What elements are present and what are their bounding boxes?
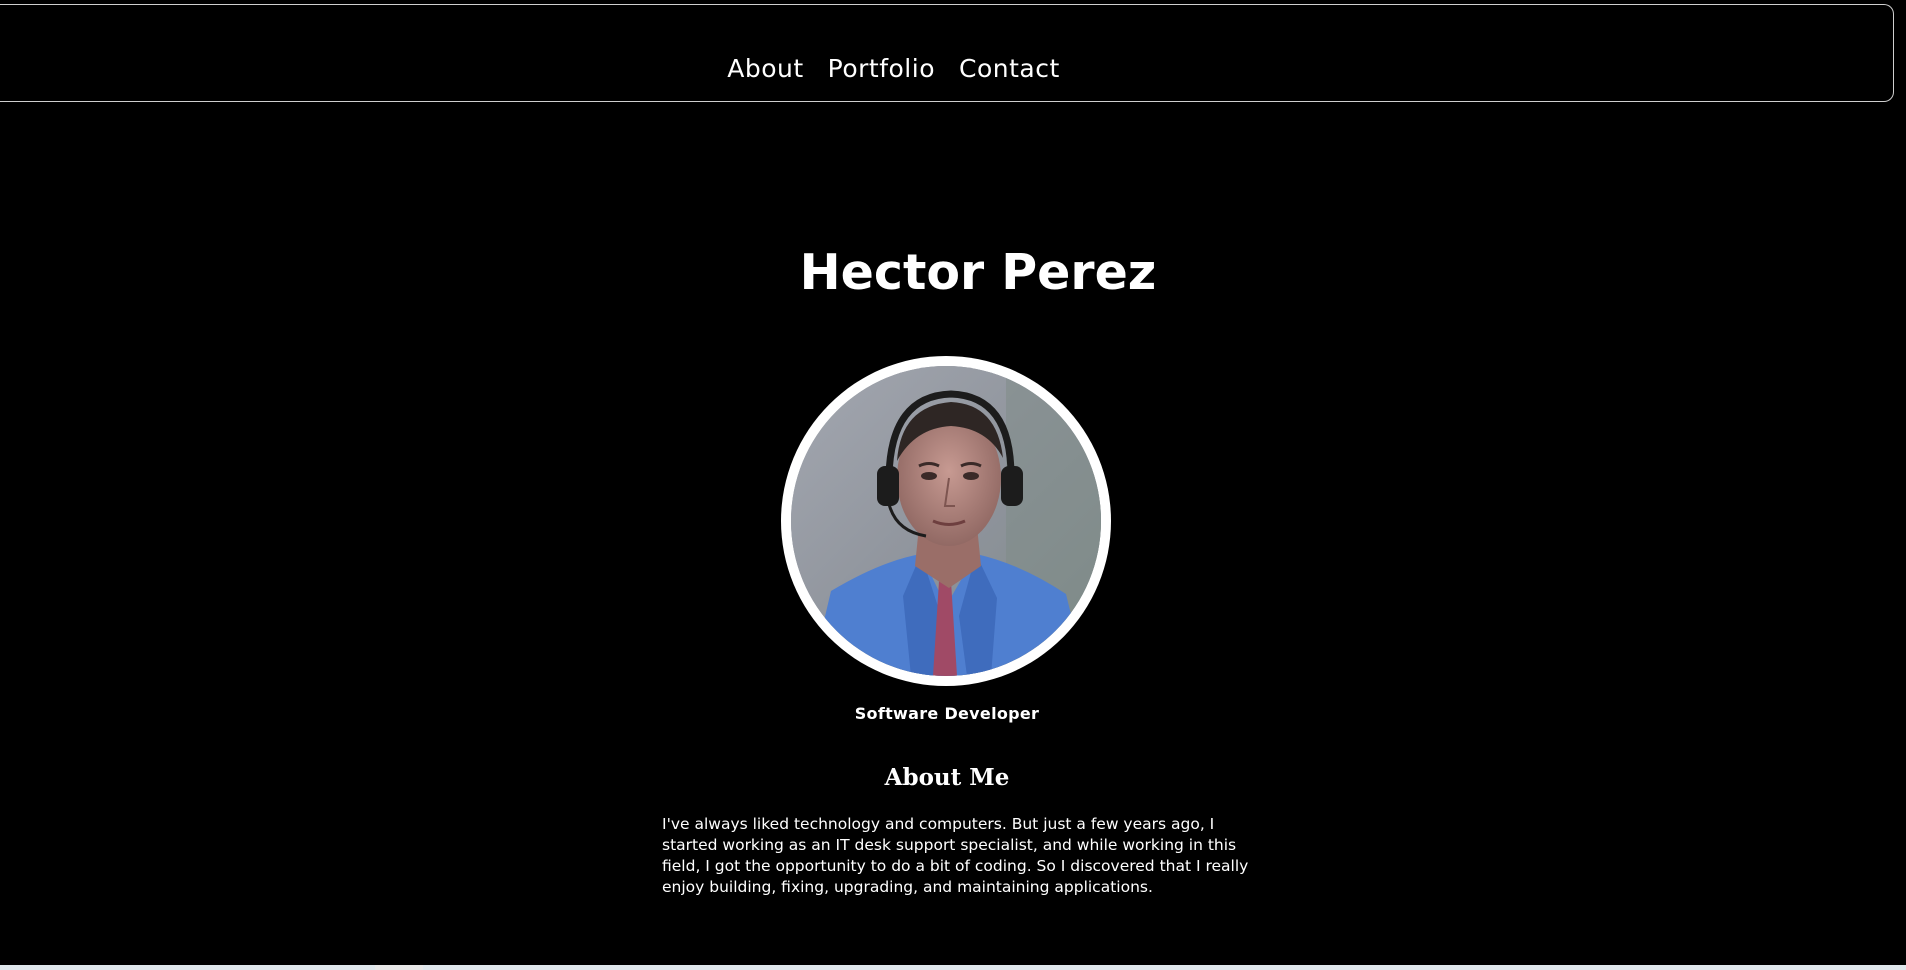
profile-photo-frame [781,356,1111,686]
nav-links: About Portfolio Contact [727,54,1060,83]
profile-photo-illustration [791,366,1101,676]
job-title: Software Developer [854,704,1040,723]
nav-link-contact[interactable]: Contact [959,54,1060,83]
about-heading: About Me [884,764,1010,791]
top-navbar: About Portfolio Contact [0,4,1894,102]
bottom-scroll-edge [0,965,1906,970]
nav-link-portfolio[interactable]: Portfolio [828,54,935,83]
page-title: Hector Perez [799,244,1157,301]
bottom-edge-segment [375,965,423,970]
nav-link-about[interactable]: About [727,54,803,83]
profile-photo [791,366,1101,676]
about-paragraph: I've always liked technology and compute… [662,815,1249,896]
